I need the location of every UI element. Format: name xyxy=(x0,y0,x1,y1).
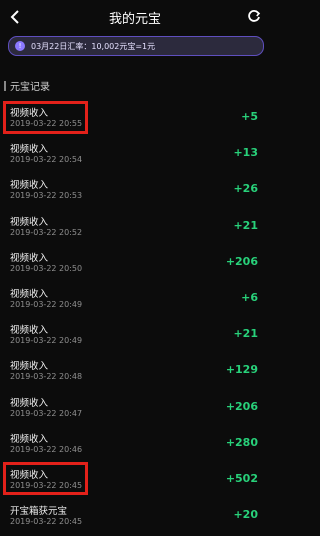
record-time: 2019-03-22 20:55 xyxy=(10,119,83,128)
record-name: 视频收入 xyxy=(10,433,49,445)
record-time: 2019-03-22 20:47 xyxy=(10,408,83,418)
record-time: 2019-03-22 20:45 xyxy=(10,480,83,490)
list-item[interactable]: 视频收入 2019-03-22 20:49 +21 xyxy=(0,316,270,352)
exchange-rate-text: 03月22日汇率：10,002元宝=1元 xyxy=(31,41,156,51)
record-name: 视频收入 xyxy=(10,469,49,481)
record-time: 2019-03-22 20:49 xyxy=(10,299,83,309)
record-amount: +502 xyxy=(225,471,258,485)
list-item[interactable]: 视频收入 2019-03-22 20:53 +26 xyxy=(0,171,270,207)
record-name: 视频收入 xyxy=(10,252,49,264)
section-marker xyxy=(4,80,6,91)
record-name: 视频收入 xyxy=(10,216,49,228)
record-amount: +21 xyxy=(233,327,258,341)
record-amount: +5 xyxy=(241,110,258,123)
record-time: 2019-03-22 20:52 xyxy=(10,227,83,237)
record-name: 视频收入 xyxy=(10,180,49,192)
section-title: 元宝记录 xyxy=(10,82,50,93)
list-item[interactable]: 开宝箱获元宝 2019-03-22 20:45 +20 xyxy=(0,497,270,533)
exchange-rate-banner: ! 03月22日汇率：10,002元宝=1元 xyxy=(8,36,264,56)
list-item[interactable]: 视频收入 2019-03-22 20:48 +129 xyxy=(0,352,270,388)
list-item[interactable]: 视频收入 2019-03-22 20:49 +6 xyxy=(0,280,270,316)
records-list: 视频收入 2019-03-22 20:55 +5 视频收入 2019-03-22… xyxy=(0,99,270,533)
record-time: 2019-03-22 20:49 xyxy=(10,336,83,346)
record-amount: +26 xyxy=(233,182,258,196)
refresh-icon[interactable] xyxy=(246,8,262,24)
record-amount: +280 xyxy=(225,435,258,449)
record-name: 视频收入 xyxy=(10,144,49,156)
page-title: 我的元宝 xyxy=(108,12,161,27)
record-time: 2019-03-22 20:54 xyxy=(10,155,83,165)
record-name: 视频收入 xyxy=(10,108,49,119)
record-amount: +21 xyxy=(233,218,258,232)
list-item[interactable]: 视频收入 2019-03-22 20:45 +502 xyxy=(0,461,270,497)
record-amount: +13 xyxy=(233,146,258,160)
record-name: 视频收入 xyxy=(10,288,49,300)
record-time: 2019-03-22 20:48 xyxy=(10,372,83,382)
list-item[interactable]: 视频收入 2019-03-22 20:47 +206 xyxy=(0,389,270,425)
record-amount: +206 xyxy=(225,254,258,268)
record-amount: +6 xyxy=(241,290,258,304)
list-item[interactable]: 视频收入 2019-03-22 20:46 +280 xyxy=(0,425,270,461)
list-item[interactable]: 视频收入 2019-03-22 20:55 +5 xyxy=(0,99,270,135)
list-item[interactable]: 视频收入 2019-03-22 20:52 +21 xyxy=(0,208,270,244)
list-item[interactable]: 视频收入 2019-03-22 20:50 +206 xyxy=(0,244,270,280)
list-item[interactable]: 视频收入 2019-03-22 20:54 +13 xyxy=(0,135,270,171)
section-header: 元宝记录 xyxy=(4,78,50,93)
record-name: 开宝箱获元宝 xyxy=(10,506,68,518)
info-icon: ! xyxy=(15,41,25,51)
record-amount: +206 xyxy=(225,399,258,413)
record-time: 2019-03-22 20:45 xyxy=(10,517,83,527)
record-time: 2019-03-22 20:50 xyxy=(10,263,83,273)
top-bar: 我的元宝 xyxy=(0,0,270,34)
record-amount: +20 xyxy=(233,508,258,522)
record-time: 2019-03-22 20:53 xyxy=(10,191,83,201)
record-name: 视频收入 xyxy=(10,361,49,373)
record-name: 视频收入 xyxy=(10,325,49,337)
record-amount: +129 xyxy=(225,363,258,377)
record-time: 2019-03-22 20:46 xyxy=(10,444,83,454)
record-name: 视频收入 xyxy=(10,397,49,409)
